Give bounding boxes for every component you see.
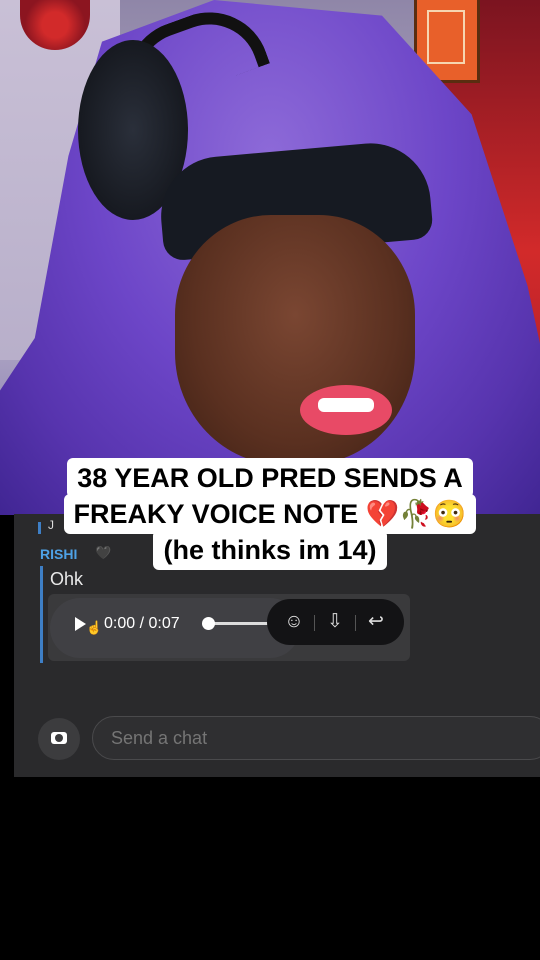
caption-line-2: FREAKY VOICE NOTE 💔🥀😳 — [0, 494, 540, 534]
react-icon[interactable]: ☺ — [281, 609, 307, 635]
caption-line-3: (he thinks im 14) — [0, 530, 540, 570]
divider — [314, 615, 315, 631]
voice-note-time: 0:00 / 0:07 — [104, 615, 180, 632]
voice-note-progress-thumb[interactable] — [202, 617, 215, 630]
save-icon[interactable]: ⇩ — [322, 609, 348, 635]
chat-input[interactable] — [92, 716, 540, 760]
caption-text: FREAKY VOICE NOTE 💔🥀😳 — [63, 494, 477, 534]
caption-line-1: 38 YEAR OLD PRED SENDS A — [0, 458, 540, 498]
hand-cursor-icon: ☝ — [86, 620, 103, 635]
caption-text: (he thinks im 14) — [153, 530, 387, 570]
streamer-face — [175, 215, 415, 465]
webcam-feed — [0, 0, 540, 515]
caption-text: 38 YEAR OLD PRED SENDS A — [67, 458, 473, 498]
play-icon[interactable] — [75, 617, 86, 631]
reply-icon[interactable]: ↩ — [363, 609, 389, 635]
divider — [355, 615, 356, 631]
message-thread-bar — [40, 566, 43, 663]
streamer-teeth — [318, 398, 374, 412]
camera-icon — [51, 732, 67, 744]
message-text: Ohk — [50, 569, 84, 589]
